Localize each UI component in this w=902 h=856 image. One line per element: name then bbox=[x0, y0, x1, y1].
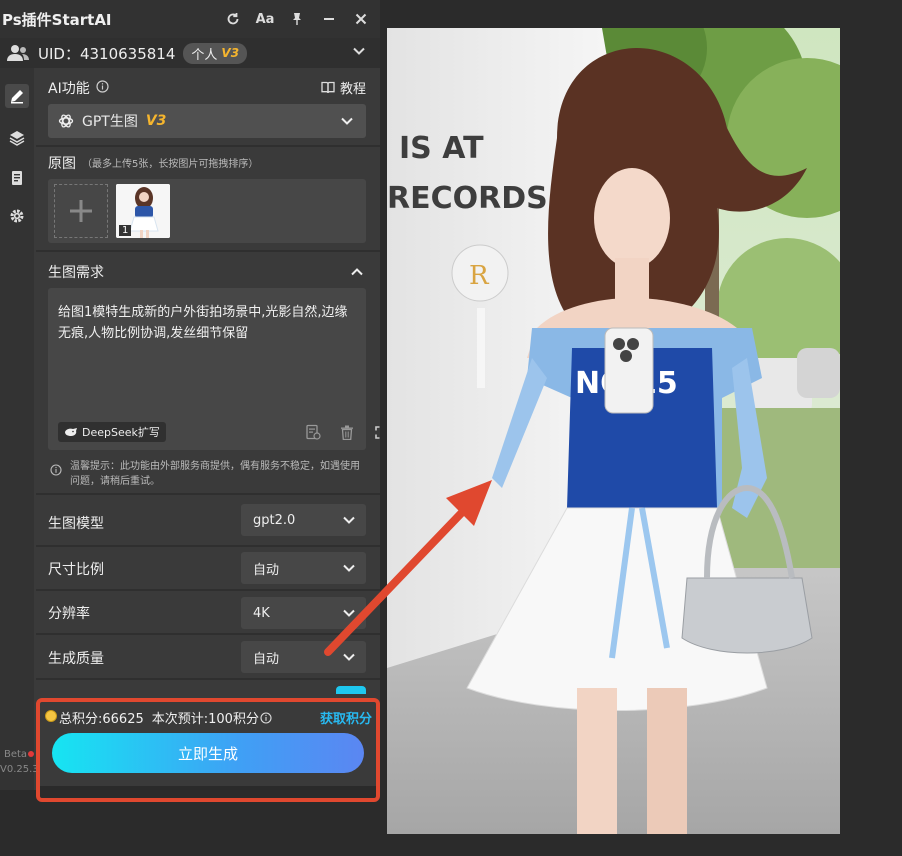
history-icon[interactable] bbox=[304, 423, 322, 441]
divider bbox=[36, 545, 380, 547]
chevron-down-icon bbox=[343, 653, 355, 661]
main-content: AI功能 教程 GPT生图 V3 原图 （最多上传5张，长按图片可拖拽排序） 1… bbox=[36, 68, 380, 790]
plan-name: 个人 bbox=[191, 47, 218, 63]
divider bbox=[36, 145, 380, 147]
setting-label-aspect-ratio: 尺寸比例 bbox=[48, 562, 104, 578]
app-title: Ps插件StartAI bbox=[2, 10, 112, 29]
resolution-value: 4K bbox=[253, 605, 270, 621]
service-tip: 温馨提示：此功能由外部服务商提供，偶有服务不稳定，如遇使用问题，请稍后重试。 bbox=[70, 461, 360, 487]
wall-text-line-1: IS AT bbox=[399, 131, 484, 166]
document-icon[interactable] bbox=[5, 166, 29, 190]
divider bbox=[36, 678, 380, 680]
divider bbox=[36, 250, 380, 252]
uploaded-image-thumbnail[interactable]: 1 bbox=[116, 184, 170, 238]
annotation-highlight-box bbox=[36, 698, 380, 802]
chevron-down-icon[interactable] bbox=[352, 44, 366, 58]
tutorial-label: 教程 bbox=[339, 82, 366, 97]
beta-label: Beta bbox=[4, 749, 28, 760]
plan-badge: 个人 V3 bbox=[183, 42, 248, 64]
chevron-down-icon bbox=[343, 609, 355, 617]
deepseek-expand-button[interactable]: DeepSeek扩写 bbox=[58, 422, 166, 442]
book-icon bbox=[321, 81, 335, 94]
toggle-switch[interactable] bbox=[336, 686, 366, 694]
sidebar: Beta V0.25.3 bbox=[0, 68, 39, 790]
close-icon[interactable] bbox=[352, 10, 370, 28]
selected-function-version: V3 bbox=[145, 113, 167, 129]
info-icon[interactable] bbox=[96, 80, 109, 93]
layers-icon[interactable] bbox=[5, 126, 29, 150]
divider bbox=[36, 589, 380, 591]
prompt-text: 给图1模特生成新的户外街拍场景中,光影自然,边缘无痕,人物比例协调,发丝细节保留 bbox=[58, 305, 348, 341]
trash-icon[interactable] bbox=[338, 423, 356, 441]
setting-label-quality: 生成质量 bbox=[48, 651, 104, 667]
plan-version: V3 bbox=[221, 46, 240, 60]
wall-text-line-2: RECORDS bbox=[387, 181, 548, 216]
deepseek-label: DeepSeek扩写 bbox=[82, 426, 160, 439]
generation-request-title: 生图需求 bbox=[48, 265, 104, 281]
edit-icon[interactable] bbox=[5, 84, 29, 108]
users-icon bbox=[7, 45, 29, 61]
user-bar[interactable]: UID：4310635814 个人 V3 bbox=[0, 38, 380, 68]
setting-label-model: 生图模型 bbox=[48, 516, 104, 532]
quality-value: 自动 bbox=[253, 651, 280, 667]
quality-dropdown[interactable]: 自动 bbox=[241, 641, 366, 673]
model-dropdown-value: gpt2.0 bbox=[253, 512, 296, 528]
pin-icon[interactable] bbox=[288, 10, 306, 28]
original-image-hint: （最多上传5张，长按图片可拖拽排序） bbox=[82, 159, 259, 170]
info-icon bbox=[50, 464, 62, 476]
prompt-textarea[interactable]: 给图1模特生成新的户外街拍场景中,光影自然,边缘无痕,人物比例协调,发丝细节保留… bbox=[48, 288, 379, 450]
refresh-icon[interactable] bbox=[224, 10, 242, 28]
svg-text:R: R bbox=[469, 261, 490, 291]
version-label: V0.25.3 bbox=[0, 764, 39, 775]
aspect-ratio-dropdown[interactable]: 自动 bbox=[241, 552, 366, 584]
minimize-icon[interactable] bbox=[320, 10, 338, 28]
deepseek-whale-icon bbox=[65, 428, 77, 436]
add-image-button[interactable] bbox=[54, 184, 108, 238]
chevron-up-icon[interactable] bbox=[350, 265, 364, 279]
image-upload-area: 1 bbox=[48, 179, 366, 243]
generated-photo: IS AT RECORDS NO 15 R bbox=[387, 28, 840, 834]
fullscreen-icon[interactable] bbox=[372, 423, 380, 441]
gear-icon[interactable] bbox=[5, 204, 29, 228]
model-dropdown[interactable]: gpt2.0 bbox=[241, 504, 366, 536]
title-bar-actions: Aa bbox=[224, 0, 370, 38]
divider bbox=[36, 493, 380, 495]
tutorial-link[interactable]: 教程 bbox=[321, 78, 366, 97]
chevron-down-icon bbox=[343, 516, 355, 524]
plus-icon bbox=[70, 200, 92, 222]
openai-icon bbox=[58, 114, 74, 128]
aspect-ratio-value: 自动 bbox=[253, 562, 280, 578]
selected-function: GPT生图 bbox=[82, 114, 138, 130]
original-image-title: 原图 bbox=[48, 156, 76, 172]
chevron-down-icon bbox=[341, 117, 353, 125]
resolution-dropdown[interactable]: 4K bbox=[241, 597, 366, 629]
street-photo-illustration: IS AT RECORDS NO 15 R bbox=[387, 28, 840, 834]
ai-function-label: AI功能 bbox=[48, 81, 90, 97]
font-size-icon[interactable]: Aa bbox=[256, 10, 275, 28]
user-id: UID：4310635814 bbox=[38, 44, 176, 63]
plugin-panel: Ps插件StartAI Aa UID：4310635814 个人 V3 Beta… bbox=[0, 0, 380, 790]
title-bar: Ps插件StartAI Aa bbox=[0, 0, 380, 38]
chevron-down-icon bbox=[343, 564, 355, 572]
setting-label-resolution: 分辨率 bbox=[48, 606, 90, 622]
notification-dot bbox=[28, 751, 34, 757]
thumbnail-index: 1 bbox=[119, 225, 132, 236]
divider bbox=[36, 633, 380, 635]
ai-function-select[interactable]: GPT生图 V3 bbox=[48, 104, 366, 138]
